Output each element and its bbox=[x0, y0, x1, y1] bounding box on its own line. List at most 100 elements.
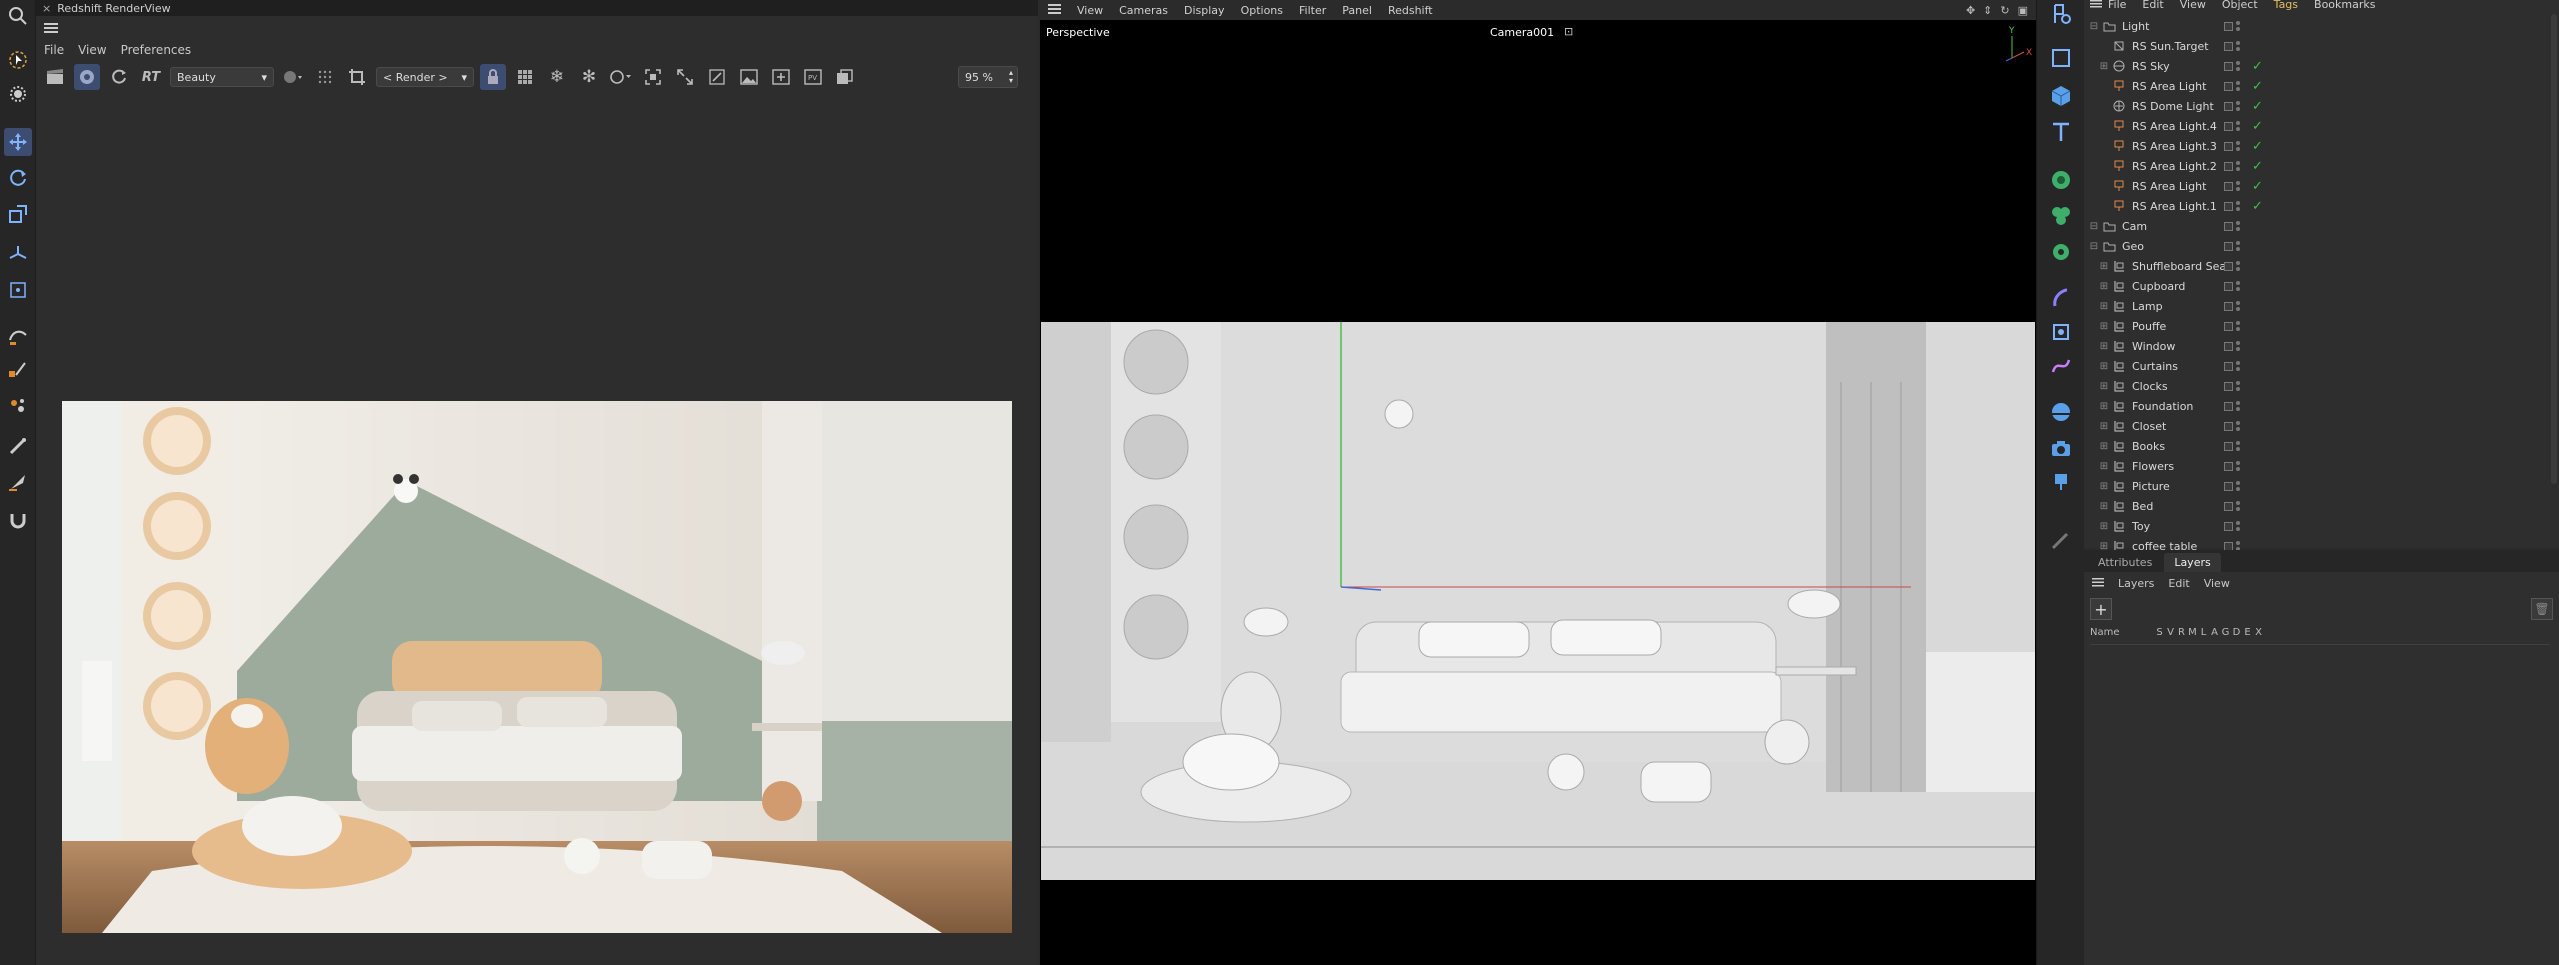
enable-checkbox[interactable] bbox=[2224, 421, 2233, 431]
visibility-dots-icon[interactable] bbox=[2236, 101, 2240, 111]
object-row[interactable]: ⊟ Light bbox=[2084, 16, 2554, 36]
rotate-tool-icon[interactable] bbox=[4, 164, 32, 192]
object-row[interactable]: RS Dome Light ✓ bbox=[2084, 96, 2554, 116]
crop-icon[interactable] bbox=[344, 64, 370, 90]
enable-checkbox[interactable] bbox=[2224, 141, 2233, 151]
render-target-select[interactable]: < Render > ▾ bbox=[376, 67, 474, 87]
lock-icon[interactable] bbox=[480, 64, 506, 90]
snapshot-icon[interactable] bbox=[832, 64, 858, 90]
visibility-flags[interactable] bbox=[2224, 61, 2240, 71]
object-name[interactable]: RS Area Light.1 bbox=[2132, 200, 2217, 213]
visibility-flags[interactable] bbox=[2224, 281, 2240, 291]
visibility-dots-icon[interactable] bbox=[2236, 321, 2240, 331]
fit-frame-icon[interactable] bbox=[640, 64, 666, 90]
mograph-cloner-icon[interactable] bbox=[2047, 166, 2075, 194]
object-row[interactable]: RS Area Light.4 ✓ bbox=[2084, 116, 2554, 136]
enable-checkbox[interactable] bbox=[2224, 21, 2233, 31]
perspective-viewport[interactable]: View Cameras Display Options Filter Pane… bbox=[1040, 0, 2036, 965]
rt-button[interactable]: RT bbox=[138, 64, 164, 90]
object-name[interactable]: RS Sun.Target bbox=[2132, 40, 2209, 53]
enable-checkbox[interactable] bbox=[2224, 241, 2233, 251]
close-icon[interactable]: × bbox=[42, 2, 51, 15]
stepper-icon[interactable]: ▴ ▾ bbox=[1009, 69, 1013, 85]
object-row[interactable]: ⊞ Clocks bbox=[2084, 376, 2554, 396]
picture-viewer-icon[interactable]: PV bbox=[800, 64, 826, 90]
render-start-icon[interactable] bbox=[74, 64, 100, 90]
visibility-flags[interactable] bbox=[2224, 481, 2240, 491]
hamburger-menu-icon[interactable] bbox=[44, 22, 58, 36]
expand-icon[interactable]: ⊞ bbox=[2098, 321, 2110, 332]
object-name[interactable]: RS Area Light.3 bbox=[2132, 140, 2217, 153]
visibility-flags[interactable] bbox=[2224, 341, 2240, 351]
object-name[interactable]: Window bbox=[2132, 340, 2175, 353]
layers-col-a[interactable]: A bbox=[2209, 627, 2220, 644]
expand-icon[interactable]: ⊞ bbox=[2098, 501, 2110, 512]
object-row[interactable]: ⊞ Window bbox=[2084, 336, 2554, 356]
enabled-check-icon[interactable]: ✓ bbox=[2252, 139, 2263, 154]
visibility-flags[interactable] bbox=[2224, 161, 2240, 171]
maximize-view-icon[interactable]: ▣ bbox=[2018, 4, 2028, 17]
expand-icon[interactable]: ⊞ bbox=[2098, 421, 2110, 432]
add-layer-button[interactable]: + bbox=[2090, 598, 2112, 620]
visibility-flags[interactable] bbox=[2224, 321, 2240, 331]
menu-view[interactable]: View bbox=[78, 43, 106, 57]
live-selection-icon[interactable] bbox=[4, 46, 32, 74]
viewport-menu-filter[interactable]: Filter bbox=[1299, 4, 1326, 17]
enable-checkbox[interactable] bbox=[2224, 121, 2233, 131]
sculpt-brush-icon[interactable] bbox=[4, 356, 32, 384]
layers-col-g[interactable]: G bbox=[2220, 627, 2231, 644]
visibility-flags[interactable] bbox=[2224, 121, 2240, 131]
pencil-icon[interactable] bbox=[2047, 526, 2075, 554]
object-row[interactable]: ⊞ Bed bbox=[2084, 496, 2554, 516]
object-name[interactable]: RS Area Light bbox=[2132, 80, 2206, 93]
enable-checkbox[interactable] bbox=[2224, 81, 2233, 91]
circle-select-icon[interactable] bbox=[608, 64, 634, 90]
visibility-flags[interactable] bbox=[2224, 461, 2240, 471]
layers-col-x[interactable]: X bbox=[2253, 627, 2264, 644]
spline-pen-icon[interactable] bbox=[4, 322, 32, 350]
tab-attributes[interactable]: Attributes bbox=[2088, 553, 2162, 572]
object-row[interactable]: ⊞ Toy bbox=[2084, 516, 2554, 536]
visibility-flags[interactable] bbox=[2224, 101, 2240, 111]
object-row[interactable]: ⊞ Pouffe bbox=[2084, 316, 2554, 336]
expand-icon[interactable]: ⊞ bbox=[2098, 361, 2110, 372]
viewport-menu-display[interactable]: Display bbox=[1184, 4, 1225, 17]
object-name[interactable]: RS Area Light bbox=[2132, 180, 2206, 193]
expand-icon[interactable]: ⊞ bbox=[2098, 381, 2110, 392]
viewport-menu-options[interactable]: Options bbox=[1241, 4, 1283, 17]
layers-col-r[interactable]: R bbox=[2176, 627, 2187, 644]
move-tool-icon[interactable] bbox=[4, 128, 32, 156]
enabled-check-icon[interactable]: ✓ bbox=[2252, 179, 2263, 194]
hamburger-menu-icon[interactable] bbox=[2090, 0, 2102, 10]
object-row[interactable]: ⊞ Foundation bbox=[2084, 396, 2554, 416]
collapse-icon[interactable]: ⊟ bbox=[2088, 241, 2100, 252]
enable-checkbox[interactable] bbox=[2224, 61, 2233, 71]
enable-checkbox[interactable] bbox=[2224, 181, 2233, 191]
expand-icon[interactable]: ⊞ bbox=[2098, 281, 2110, 292]
object-name[interactable]: Cupboard bbox=[2132, 280, 2185, 293]
visibility-flags[interactable] bbox=[2224, 81, 2240, 91]
object-row[interactable]: ⊞ RS Sky ✓ bbox=[2084, 56, 2554, 76]
object-row[interactable]: ⊞ Closet bbox=[2084, 416, 2554, 436]
object-row[interactable]: RS Area Light ✓ bbox=[2084, 76, 2554, 96]
object-row[interactable]: ⊞ Picture bbox=[2084, 476, 2554, 496]
object-row[interactable]: RS Area Light.1 ✓ bbox=[2084, 196, 2554, 216]
layers-col-s[interactable]: S bbox=[2154, 627, 2165, 644]
expand-icon[interactable]: ⊞ bbox=[2098, 521, 2110, 532]
layers-menu-layers[interactable]: Layers bbox=[2118, 577, 2154, 590]
deformer-gear-icon[interactable] bbox=[2047, 238, 2075, 266]
enable-checkbox[interactable] bbox=[2224, 521, 2233, 531]
layers-col-m[interactable]: M bbox=[2187, 627, 2198, 644]
object-name[interactable]: Foundation bbox=[2132, 400, 2193, 413]
enable-checkbox[interactable] bbox=[2224, 361, 2233, 371]
visibility-dots-icon[interactable] bbox=[2236, 61, 2240, 71]
enabled-check-icon[interactable]: ✓ bbox=[2252, 159, 2263, 174]
object-name[interactable]: Lamp bbox=[2132, 300, 2163, 313]
null-object-icon[interactable] bbox=[2047, 44, 2075, 72]
expand-icon[interactable]: ⊞ bbox=[2098, 461, 2110, 472]
light-icon[interactable] bbox=[2047, 468, 2075, 496]
om-menu-bookmarks[interactable]: Bookmarks bbox=[2314, 0, 2375, 10]
layers-menu-view[interactable]: View bbox=[2204, 577, 2230, 590]
bucket-grid-icon[interactable] bbox=[512, 64, 538, 90]
visibility-flags[interactable] bbox=[2224, 181, 2240, 191]
